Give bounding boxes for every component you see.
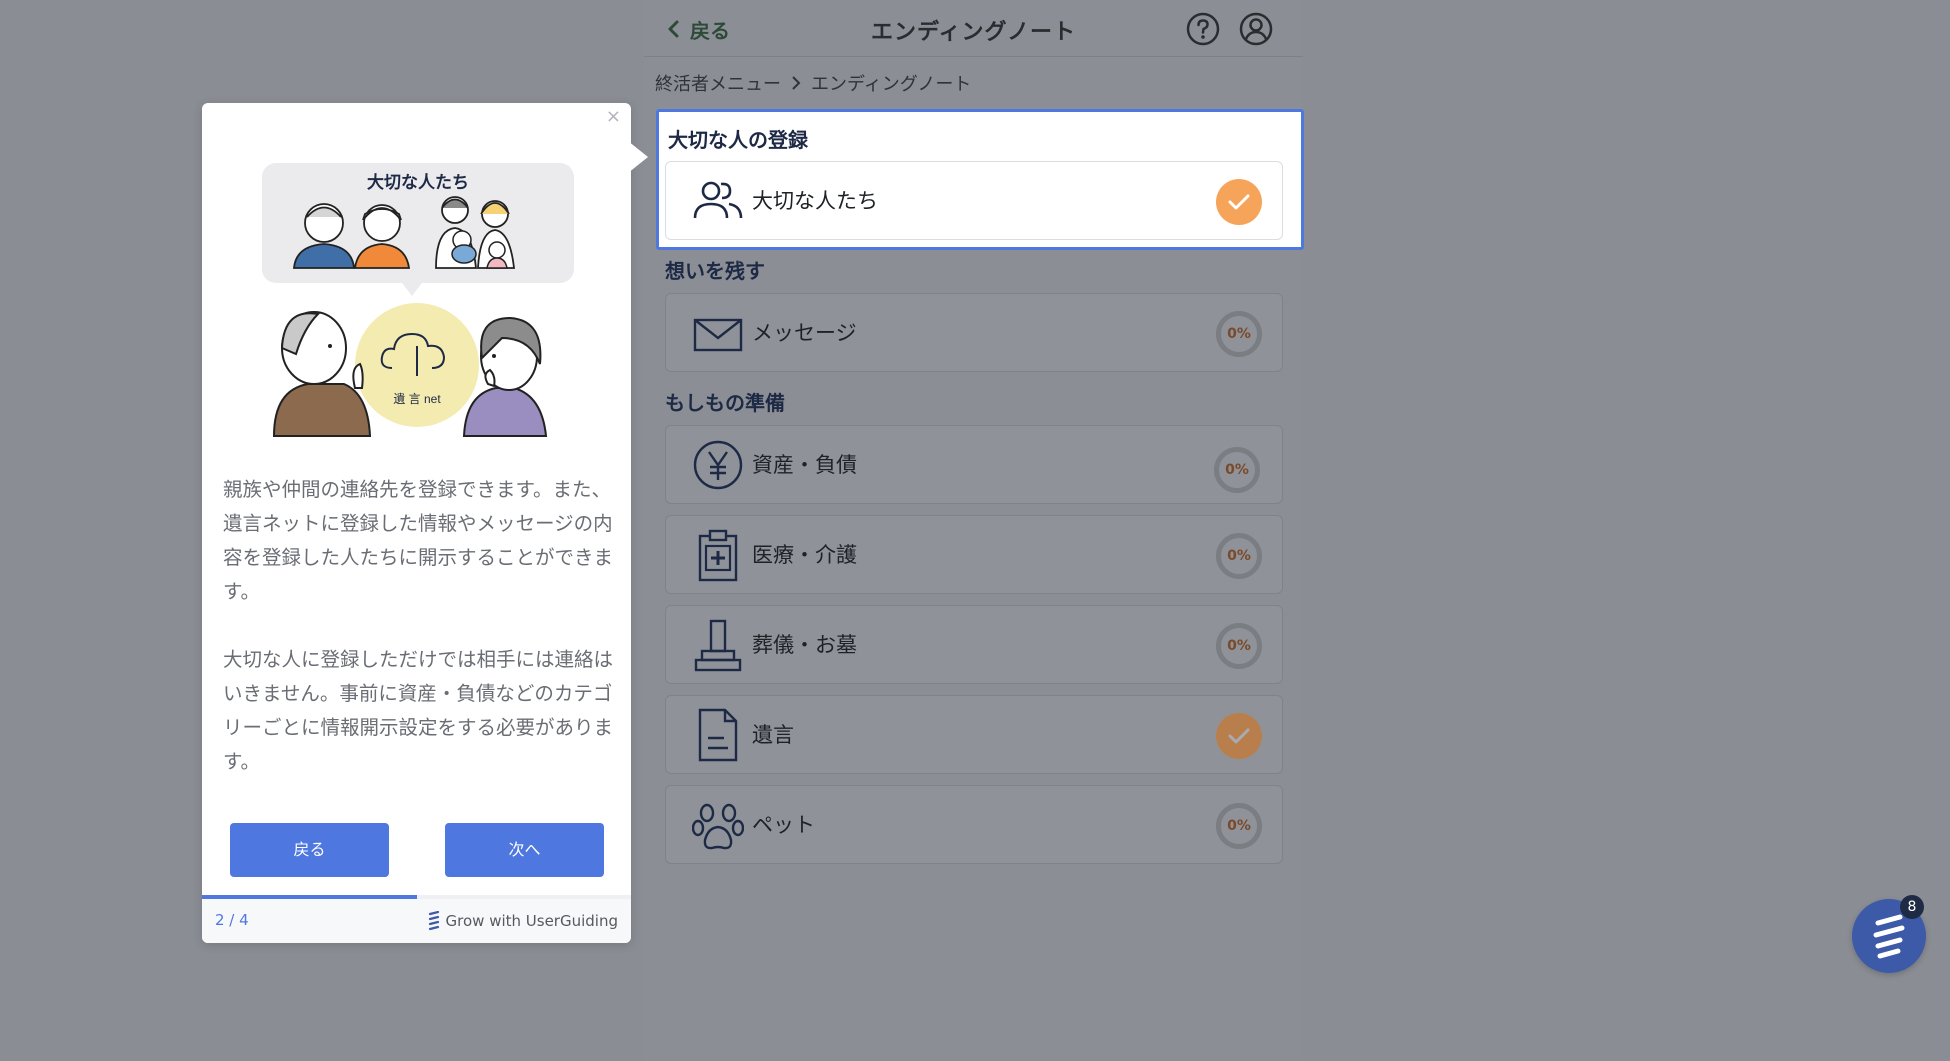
tooltip-pointer — [628, 141, 648, 173]
breadcrumb-parent[interactable]: 終活者メニュー — [655, 70, 781, 96]
close-button[interactable]: × — [606, 107, 621, 127]
tooltip-footer: 2 / 4 Grow with UserGuiding — [202, 899, 631, 943]
powered-by-label: Grow with UserGuiding — [445, 912, 618, 930]
list-item-label: 遺言 — [752, 723, 794, 747]
bubble-title: 大切な人たち — [367, 172, 469, 192]
document-icon — [698, 708, 738, 762]
grave-icon — [694, 619, 742, 672]
check-icon — [1228, 194, 1250, 210]
elderly-man-figure — [272, 311, 372, 437]
step-counter: 2 / 4 — [215, 911, 249, 929]
breadcrumb: 終活者メニュー エンディングノート — [655, 70, 971, 96]
logo-text: 遺 言 net — [393, 391, 441, 406]
account-button[interactable] — [1239, 12, 1273, 46]
tooltip-prev-button[interactable]: 戻る — [230, 823, 389, 877]
progress-indicator: 0% — [1216, 623, 1262, 669]
list-item-medical-care[interactable]: 医療・介護 0% — [665, 515, 1283, 594]
breadcrumb-current: エンディングノート — [811, 74, 972, 95]
list-item-label: 資産・負債 — [752, 453, 857, 477]
user-circle-icon — [1239, 12, 1273, 46]
list-item-will[interactable]: 遺言 — [665, 695, 1283, 774]
list-item-message[interactable]: メッセージ 0% — [665, 293, 1283, 372]
medical-clipboard-icon — [698, 529, 738, 582]
userguiding-launcher-icon — [1873, 914, 1905, 959]
notification-badge: 8 — [1900, 895, 1924, 919]
progress-indicator: 0% — [1214, 447, 1260, 493]
paw-icon — [692, 803, 744, 850]
ending-note-app: 戻る エンディングノート 終活者メニュー エンディングノート 大切な人の登録 大… — [644, 0, 1304, 1061]
complete-check-badge — [1216, 713, 1262, 759]
tooltip-paragraph-2: 大切な人に登録しただけでは相手には連絡はいきません。事前に資産・負債などのカテゴ… — [223, 648, 614, 773]
app-header: 戻る エンディングノート — [644, 0, 1303, 57]
list-item-label: 大切な人たち — [752, 189, 878, 213]
userguiding-logo-icon — [428, 911, 439, 931]
list-item-assets[interactable]: 資産・負債 0% — [665, 425, 1283, 504]
progress-indicator: 0% — [1216, 311, 1262, 357]
tooltip-body: 親族や仲間の連絡先を登録できます。また、遺言ネットに登録した情報やメッセージの内… — [223, 473, 613, 813]
section-title-important-people: 大切な人の登録 — [668, 128, 808, 152]
list-item-label: 医療・介護 — [752, 543, 857, 567]
onboarding-tooltip: × 大切な人たち 遺 言 net 親族や仲間の連絡先を登録できます。また、遺言ネ… — [202, 103, 648, 943]
check-icon — [1228, 728, 1250, 744]
tooltip-paragraph-1: 親族や仲間の連絡先を登録できます。また、遺言ネットに登録した情報やメッセージの内… — [223, 478, 614, 603]
tooltip-next-button[interactable]: 次へ — [445, 823, 604, 877]
yen-icon — [693, 440, 743, 490]
people-icon — [693, 181, 743, 219]
list-item-label: メッセージ — [752, 321, 857, 345]
complete-check-badge — [1216, 179, 1262, 225]
help-icon — [1186, 12, 1220, 46]
list-item-important-people[interactable]: 大切な人たち — [665, 161, 1283, 240]
envelope-icon — [693, 318, 743, 352]
list-item-funeral-grave[interactable]: 葬儀・お墓 0% — [665, 605, 1283, 684]
list-item-label: 葬儀・お墓 — [752, 633, 857, 657]
progress-indicator: 0% — [1216, 533, 1262, 579]
chevron-right-icon — [792, 76, 801, 90]
powered-by-link[interactable]: Grow with UserGuiding — [428, 911, 618, 931]
progress-indicator: 0% — [1216, 803, 1262, 849]
important-people-illustration: 大切な人たち 遺 言 net — [262, 163, 574, 437]
section-title-preparation: もしもの準備 — [665, 391, 785, 415]
help-button[interactable] — [1186, 12, 1220, 46]
section-title-messages: 想いを残す — [665, 259, 765, 283]
list-item-pet[interactable]: ペット 0% — [665, 785, 1283, 864]
list-item-label: ペット — [752, 813, 815, 837]
